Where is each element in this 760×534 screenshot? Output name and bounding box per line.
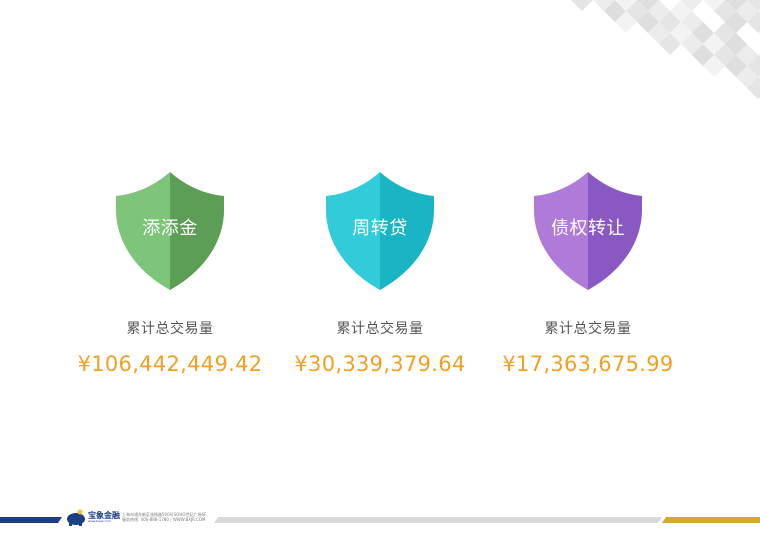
diamond-tile <box>593 0 615 11</box>
shield-badge: 周转贷 <box>324 170 436 292</box>
product-card-zhouzhuandai: 周转贷 累计总交易量 ¥30,339,379.64 <box>270 170 490 376</box>
diamond-tile <box>670 0 692 22</box>
diamond-tile <box>604 0 626 22</box>
footer-contact: 服务热线: 400-888-1780 | WWW.BXJR.COM <box>122 517 206 522</box>
diamond-tile <box>747 0 760 11</box>
diamond-tile <box>747 77 760 99</box>
diamond-tile <box>725 55 747 77</box>
footer-bar-gray <box>214 517 662 523</box>
product-card-zhaiquanzhuanrang: 债权转让 累计总交易量 ¥17,363,675.99 <box>478 170 698 376</box>
diamond-tile <box>681 11 703 33</box>
diamond-tile <box>703 0 725 11</box>
footer-contact-info: 上海市浦东新区张杨路500号SOHO世纪广场6F 服务热线: 400-888-1… <box>122 512 206 522</box>
diamond-tile <box>648 0 670 22</box>
diamond-tile <box>626 0 648 22</box>
diamond-tile <box>692 22 714 44</box>
diamond-tile <box>725 33 747 55</box>
footer-bar-navy <box>0 517 62 523</box>
metric-label: 累计总交易量 <box>126 321 214 337</box>
diamond-tile <box>615 0 637 11</box>
diamond-tile <box>714 0 736 22</box>
diamond-tile <box>725 0 747 11</box>
diamond-tile <box>736 0 758 22</box>
diamond-tile <box>747 55 760 77</box>
product-card-tiantianjin: 添添金 累计总交易量 ¥106,442,449.42 <box>60 170 280 376</box>
diamond-tile <box>736 44 758 66</box>
metric-value: ¥30,339,379.64 <box>294 352 466 376</box>
metric-label: 累计总交易量 <box>544 321 632 337</box>
diamond-tile <box>637 0 659 11</box>
diamond-tile <box>648 22 670 44</box>
diamond-tile <box>681 0 703 11</box>
diamond-tile <box>670 22 692 44</box>
metric-value: ¥17,363,675.99 <box>502 352 674 376</box>
diamond-tile <box>681 33 703 55</box>
shield-badge: 债权转让 <box>532 170 644 292</box>
diamond-tile <box>725 11 747 33</box>
diamond-tile <box>637 11 659 33</box>
footer-bar-gold <box>662 517 760 523</box>
diamond-tile <box>659 11 681 33</box>
logo-icon <box>67 509 85 526</box>
product-name: 债权转让 <box>551 218 625 239</box>
diamond-tile <box>615 11 637 33</box>
diamond-tile <box>692 44 714 66</box>
diamond-tile <box>659 33 681 55</box>
diamond-tile <box>703 55 725 77</box>
product-name: 添添金 <box>142 218 198 239</box>
metric-value: ¥106,442,449.42 <box>77 352 263 376</box>
diamond-tile <box>714 22 736 44</box>
diamond-tile <box>747 11 760 33</box>
diamond-tile <box>736 66 758 88</box>
diamond-tile <box>703 33 725 55</box>
shield-badge: 添添金 <box>114 170 226 292</box>
diamond-tile <box>571 0 593 11</box>
metric-label: 累计总交易量 <box>336 321 424 337</box>
product-name: 周转贷 <box>352 218 408 239</box>
footer-logo-url: www.baojr.com <box>88 519 111 523</box>
diamond-tile <box>714 44 736 66</box>
